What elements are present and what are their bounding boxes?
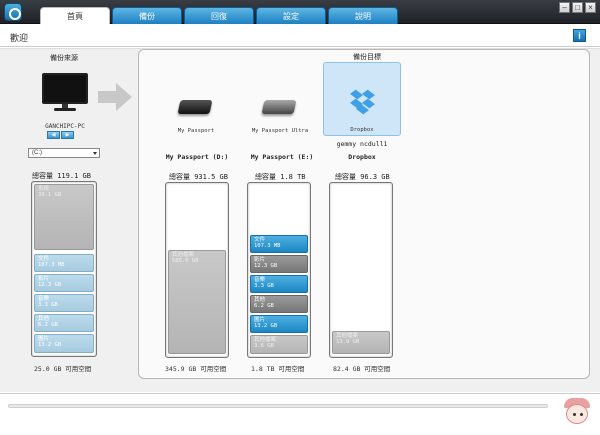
computer-monitor-icon — [42, 73, 88, 111]
source-segment-documents[interactable]: 文件 107.3 MB — [34, 254, 94, 272]
segment-size: 3.6 GB — [254, 343, 274, 349]
minimize-button[interactable]: – — [559, 2, 570, 13]
device-name: My Passport — [177, 128, 215, 134]
dropbox-user: gemmy ncdull1 — [336, 140, 388, 148]
segment-size: 6.2 GB — [38, 322, 58, 328]
window-controls: – □ × — [559, 2, 596, 13]
drive-e-subtitle: My Passport (E:) — [250, 153, 314, 161]
device-dropbox[interactable]: Dropbox — [323, 62, 401, 136]
tab-help[interactable]: 說明 — [328, 7, 398, 24]
device-my-passport[interactable]: My Passport — [157, 62, 235, 136]
dropbox-free-space: 82.4 GB 可用空間 — [333, 365, 391, 373]
source-drive-select[interactable]: (C:) — [28, 148, 100, 158]
next-source-button[interactable]: ▶ — [61, 131, 74, 139]
source-nav-buttons: ◀ ▶ — [47, 131, 74, 139]
drive-e-segment-documents[interactable]: 文件 107.3 MB — [250, 235, 308, 253]
drive-d-subtitle: My Passport (D:) — [165, 153, 229, 161]
dropbox-capacity-label: 總容量 96.3 GB — [335, 173, 390, 181]
external-drive-icon — [177, 100, 213, 114]
title-bar: 首頁 備份 回復 設定 說明 – □ × — [0, 0, 600, 24]
chevron-down-icon — [93, 152, 97, 155]
source-segment-system[interactable]: 系統 39.1 GB — [34, 184, 94, 250]
mascot-watermark-icon — [560, 396, 594, 434]
page-header: 歡迎 i — [0, 25, 600, 47]
dropbox-subtitle: Dropbox — [348, 153, 376, 161]
backup-destination-panel: 備份目標 My Passport My Passport Ultra Dropb… — [138, 49, 590, 379]
source-segment-music[interactable]: 音樂 3.3 GB — [34, 294, 94, 312]
dropbox-capacity-gauge: 其他檔案 13.9 GB — [329, 182, 393, 358]
source-drive-value: (C:) — [32, 150, 42, 156]
source-segment-videos[interactable]: 影片 12.3 GB — [34, 274, 94, 292]
drive-e-segment-music[interactable]: 音樂 3.3 GB — [250, 275, 308, 293]
dropbox-icon — [350, 89, 376, 115]
segment-size: 13.9 GB — [336, 339, 360, 345]
tab-restore[interactable]: 回復 — [184, 7, 254, 24]
segment-size: 107.3 MB — [38, 262, 65, 268]
destination-title: 備份目標 — [353, 53, 381, 61]
segment-size: 13.2 GB — [254, 323, 278, 329]
source-segment-other[interactable]: 其他 6.2 GB — [34, 314, 94, 332]
drive-e-capacity-gauge: 文件 107.3 MB 影片 12.3 GB 音樂 3.3 GB 其他 6.2 … — [247, 182, 311, 358]
main-content: 備份來源 GANCHIPC-PC ◀ ▶ (C:) 總容量 119.1 GB 系… — [0, 48, 600, 392]
segment-size: 13.2 GB — [38, 342, 62, 348]
segment-size: 107.3 MB — [254, 243, 281, 249]
source-segment-pictures[interactable]: 圖片 13.2 GB — [34, 334, 94, 353]
segment-size: 3.3 GB — [254, 283, 274, 289]
external-drive-icon — [261, 100, 297, 114]
segment-size: 12.3 GB — [38, 282, 62, 288]
segment-size: 585.6 GB — [172, 258, 199, 264]
drive-e-free-space: 1.8 TB 可用空間 — [251, 365, 305, 373]
device-my-passport-ultra[interactable]: My Passport Ultra — [241, 62, 319, 136]
drive-e-capacity-label: 總容量 1.8 TB — [255, 173, 306, 181]
device-name: My Passport Ultra — [251, 128, 309, 134]
computer-name: GANCHIPC-PC — [45, 123, 85, 130]
dropbox-segment-other-files[interactable]: 其他檔案 13.9 GB — [332, 331, 390, 354]
drive-d-capacity-label: 總容量 931.5 GB — [169, 173, 228, 181]
close-button[interactable]: × — [585, 2, 596, 13]
drive-e-segment-pictures[interactable]: 圖片 13.2 GB — [250, 315, 308, 333]
drive-e-segment-other-files[interactable]: 其他檔案 3.6 GB — [250, 335, 308, 354]
tab-backup[interactable]: 備份 — [112, 7, 182, 24]
previous-source-button[interactable]: ◀ — [47, 131, 60, 139]
source-capacity-label: 總容量 119.1 GB — [32, 172, 91, 180]
app-logo-icon — [4, 3, 22, 21]
main-tabs: 首頁 備份 回復 設定 說明 — [40, 7, 398, 24]
segment-size: 6.2 GB — [254, 303, 274, 309]
drive-e-segment-other[interactable]: 其他 6.2 GB — [250, 295, 308, 313]
tab-settings[interactable]: 設定 — [256, 7, 326, 24]
source-free-space: 25.0 GB 可用空間 — [34, 365, 92, 373]
source-title: 備份來源 — [50, 54, 78, 62]
tab-home[interactable]: 首頁 — [40, 7, 110, 24]
footer — [0, 393, 600, 435]
info-button[interactable]: i — [573, 29, 586, 42]
segment-size: 12.3 GB — [254, 263, 278, 269]
maximize-button[interactable]: □ — [572, 2, 583, 13]
source-capacity-gauge: 系統 39.1 GB 文件 107.3 MB 影片 12.3 GB 音樂 3.3… — [31, 181, 97, 357]
footer-progress-track — [8, 404, 548, 408]
device-name: Dropbox — [350, 127, 374, 133]
segment-size: 39.1 GB — [38, 192, 62, 198]
drive-d-free-space: 345.9 GB 可用空間 — [165, 365, 227, 373]
drive-e-segment-videos[interactable]: 影片 12.3 GB — [250, 255, 308, 273]
segment-size: 3.3 GB — [38, 302, 58, 308]
page-title: 歡迎 — [10, 34, 29, 44]
drive-d-capacity-gauge: 其他檔案 585.6 GB — [165, 182, 229, 358]
drive-d-segment-other-files[interactable]: 其他檔案 585.6 GB — [168, 250, 226, 354]
